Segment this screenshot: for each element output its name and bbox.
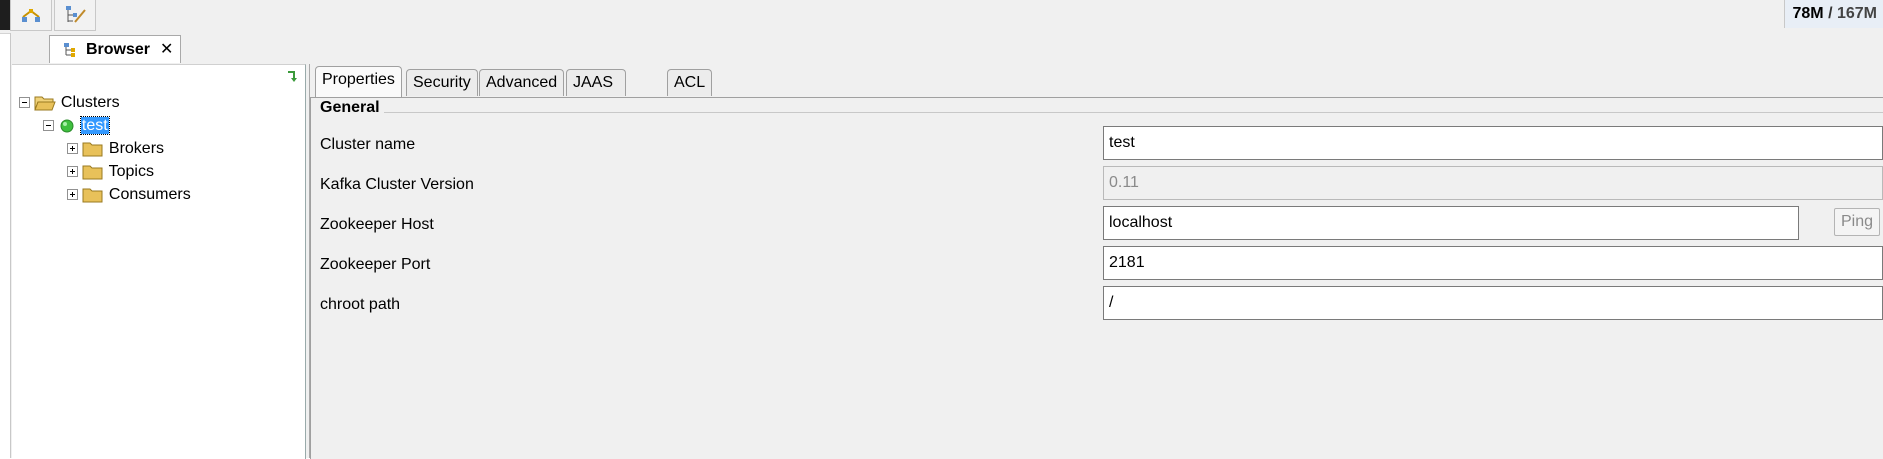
tree-label-topics: Topics bbox=[109, 163, 154, 180]
expand-icon[interactable] bbox=[67, 143, 78, 154]
tab-properties[interactable]: Properties bbox=[315, 66, 402, 97]
kafka-version-field bbox=[1103, 166, 1883, 200]
tree-item-cluster-test[interactable]: test bbox=[43, 115, 109, 137]
tree-label-clusters: Clusters bbox=[61, 94, 120, 111]
browser-view-tab[interactable]: Browser ✕ bbox=[49, 35, 181, 63]
collapse-all-icon[interactable] bbox=[286, 70, 300, 84]
folder-icon bbox=[82, 164, 104, 180]
browser-view-tab-label: Browser bbox=[86, 41, 150, 58]
edit-tree-button[interactable] bbox=[54, 0, 96, 31]
tab-acl[interactable]: ACL bbox=[667, 69, 712, 96]
folder-icon bbox=[82, 141, 104, 157]
main-toolbar: 78M / 167M bbox=[0, 0, 1883, 34]
open-folder-icon bbox=[34, 95, 56, 111]
folder-icon bbox=[82, 187, 104, 203]
tree-label-brokers: Brokers bbox=[109, 140, 164, 157]
tree-label-cluster: test bbox=[81, 117, 109, 134]
tab-security[interactable]: Security bbox=[406, 69, 478, 96]
general-group-title: General bbox=[320, 99, 384, 117]
cluster-status-icon bbox=[58, 118, 76, 134]
memory-separator: / bbox=[1824, 5, 1837, 22]
memory-indicator[interactable]: 78M / 167M bbox=[1784, 0, 1883, 28]
edit-tree-icon bbox=[55, 0, 95, 30]
tree-item-clusters[interactable]: Clusters bbox=[19, 92, 120, 114]
window-edge bbox=[0, 0, 10, 30]
group-divider bbox=[383, 112, 1883, 113]
tree-item-brokers[interactable]: Brokers bbox=[67, 138, 164, 160]
tree-item-consumers[interactable]: Consumers bbox=[67, 184, 191, 206]
cluster-name-field[interactable] bbox=[1103, 126, 1883, 160]
ping-button[interactable]: Ping bbox=[1834, 208, 1880, 236]
zookeeper-port-label: Zookeeper Port bbox=[320, 255, 430, 275]
kafka-version-label: Kafka Cluster Version bbox=[320, 175, 474, 195]
memory-total: 167M bbox=[1837, 5, 1877, 22]
close-icon[interactable]: ✕ bbox=[160, 41, 173, 58]
connect-cluster-icon bbox=[11, 0, 51, 30]
zookeeper-host-field[interactable] bbox=[1103, 206, 1799, 240]
tree-label-consumers: Consumers bbox=[109, 186, 191, 203]
collapse-icon[interactable] bbox=[19, 97, 30, 108]
tab-jaas-config[interactable]: JAAS Config bbox=[566, 69, 626, 96]
expand-icon[interactable] bbox=[67, 166, 78, 177]
browser-tree-icon bbox=[64, 43, 80, 57]
tree-item-topics[interactable]: Topics bbox=[67, 161, 154, 183]
memory-used: 78M bbox=[1793, 5, 1824, 22]
tab-advanced[interactable]: Advanced bbox=[479, 69, 564, 96]
chroot-path-label: chroot path bbox=[320, 295, 400, 315]
chroot-path-field[interactable] bbox=[1103, 286, 1883, 320]
cluster-name-label: Cluster name bbox=[320, 135, 415, 155]
connect-cluster-button[interactable] bbox=[10, 0, 52, 31]
expand-icon[interactable] bbox=[67, 189, 78, 200]
collapse-icon[interactable] bbox=[43, 120, 54, 131]
zookeeper-port-field[interactable] bbox=[1103, 246, 1883, 280]
zookeeper-host-label: Zookeeper Host bbox=[320, 215, 434, 235]
